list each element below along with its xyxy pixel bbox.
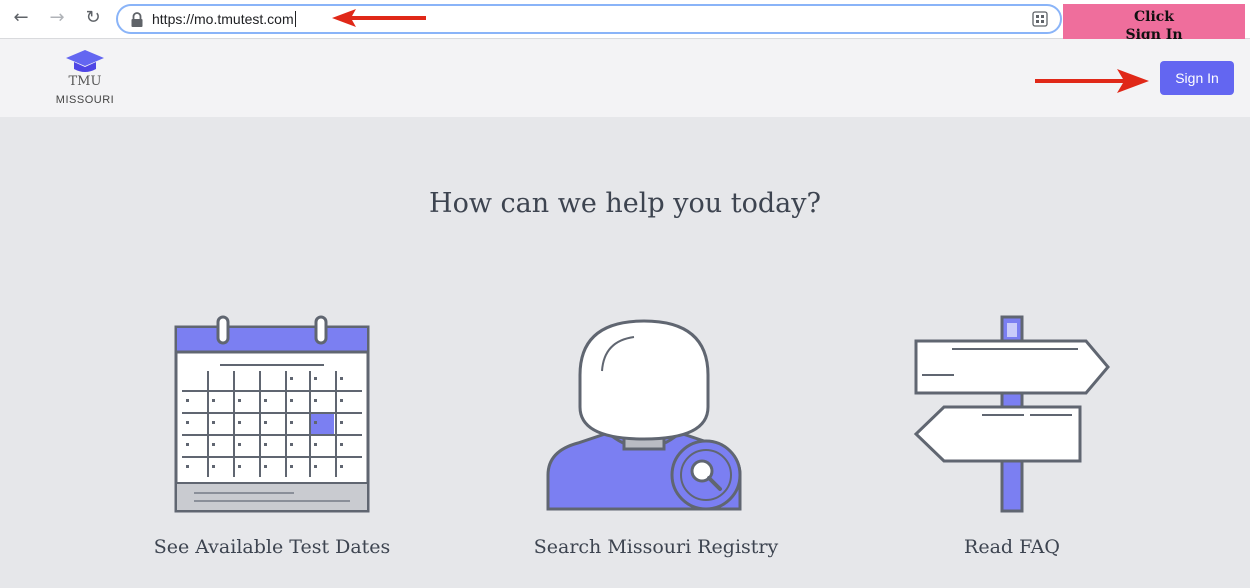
site-logo[interactable]: TMU MISSOURI [55,47,115,107]
graduation-cap-icon [66,50,104,72]
forward-arrow-icon[interactable]: → [46,7,68,29]
page-headline: How can we help you today? [429,188,821,219]
reload-icon[interactable]: ↻ [82,7,104,29]
calendar-icon [174,315,370,513]
qr-code-icon[interactable] [1032,11,1048,27]
annotation-arrow-signin [1035,69,1149,93]
logo-subtext: MISSOURI [55,94,115,106]
back-arrow-icon[interactable]: ← [10,7,32,29]
option-test-dates[interactable]: See Available Test Dates [122,300,422,580]
url-text: https://mo.tmutest.com [152,11,294,27]
option-faq[interactable]: Read FAQ [862,300,1162,580]
option-label: Read FAQ [964,536,1060,558]
option-registry-search[interactable]: Search Missouri Registry [506,300,806,580]
person-search-icon [546,319,742,511]
annotation-arrow-url [332,9,426,27]
logo-text: TMU [68,74,102,89]
callout-line1: Click [1133,9,1174,25]
option-label: See Available Test Dates [153,536,391,558]
signpost-icon [913,315,1110,513]
option-label: Search Missouri Registry [533,536,779,558]
address-bar[interactable]: https://mo.tmutest.com [116,4,1062,34]
lock-icon [131,12,143,27]
sign-in-button[interactable]: Sign In [1160,61,1234,95]
